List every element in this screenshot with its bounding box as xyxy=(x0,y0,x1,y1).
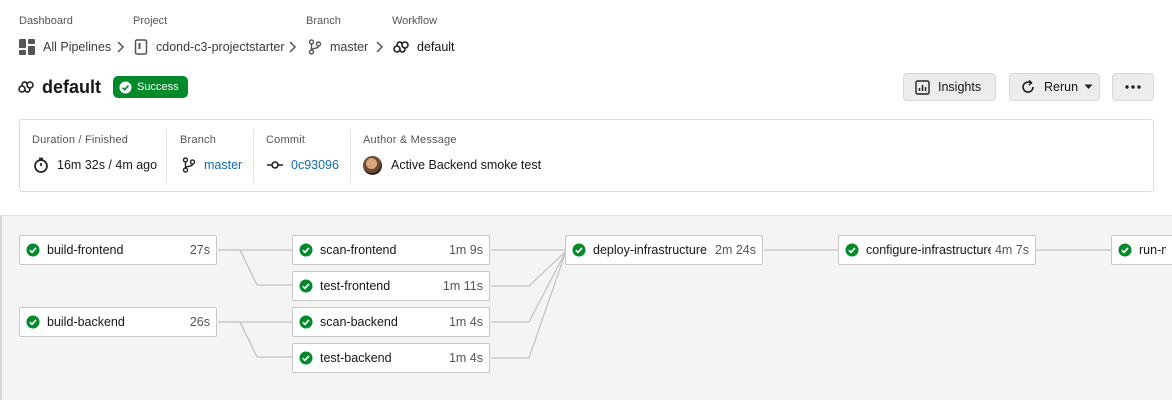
breadcrumb-project[interactable]: cdond-c3-projectstarter xyxy=(134,38,285,56)
workflow-graph: build-frontend 27s build-backend 26s sca… xyxy=(0,215,1172,400)
commit-label: Commit xyxy=(266,134,306,146)
job-name: build-backend xyxy=(47,315,125,329)
success-icon xyxy=(1118,243,1132,257)
branch-icon xyxy=(182,157,196,173)
job-card[interactable]: test-frontend 1m 11s xyxy=(292,271,490,301)
job-duration: 4m 7s xyxy=(994,243,1029,257)
page-header: default Success xyxy=(18,75,188,99)
check-circle-icon xyxy=(119,81,132,93)
breadcrumb-workflow[interactable]: default xyxy=(393,38,455,56)
workflow-icon xyxy=(393,41,409,53)
success-icon xyxy=(572,243,586,257)
author-label: Author & Message xyxy=(363,134,457,146)
breadcrumb-workflow-text: default xyxy=(417,40,455,54)
job-name: test-frontend xyxy=(320,279,391,293)
status-badge: Success xyxy=(113,76,188,98)
job-name: test-backend xyxy=(320,351,392,365)
chevron-right-icon xyxy=(289,41,297,53)
job-card[interactable]: deploy-infrastructure 2m 24s xyxy=(565,235,763,265)
job-card[interactable]: run-migrations xyxy=(1111,235,1172,265)
breadcrumb-project-text: cdond-c3-projectstarter xyxy=(156,40,285,54)
success-icon xyxy=(299,315,313,329)
commit-link[interactable]: 0c93096 xyxy=(291,158,339,172)
duration-value: 16m 32s / 4m ago xyxy=(33,156,157,174)
workflow-summary: Duration / Finished 16m 32s / 4m ago Bra… xyxy=(19,119,1154,192)
dashboard-icon xyxy=(19,39,35,55)
job-card[interactable]: test-backend 1m 4s xyxy=(292,343,490,373)
breadcrumb-workflow-label: Workflow xyxy=(392,15,438,27)
job-name: configure-infrastructure xyxy=(866,243,991,257)
rerun-icon xyxy=(1022,79,1034,93)
job-card[interactable]: build-frontend 27s xyxy=(19,235,217,265)
breadcrumb-all-pipelines[interactable]: All Pipelines xyxy=(19,38,111,56)
job-name: deploy-infrastructure xyxy=(593,243,707,257)
breadcrumb-dashboard-label: Dashboard xyxy=(19,15,73,27)
workflow-icon xyxy=(18,81,34,93)
commit-value[interactable]: 0c93096 xyxy=(267,156,339,174)
commit-icon xyxy=(267,161,283,169)
insights-button[interactable]: Insights xyxy=(903,73,996,101)
insights-button-label: Insights xyxy=(938,80,982,94)
status-badge-text: Success xyxy=(137,81,179,93)
job-duration: 1m 9s xyxy=(448,243,483,257)
more-horizontal-icon xyxy=(1125,85,1141,89)
success-icon xyxy=(299,279,313,293)
job-name: scan-frontend xyxy=(320,243,397,257)
branch-label: Branch xyxy=(180,134,217,146)
duration-text: 16m 32s / 4m ago xyxy=(57,158,158,172)
repo-icon xyxy=(134,39,148,55)
job-duration: 27s xyxy=(189,243,210,257)
job-duration: 1m 11s xyxy=(442,279,483,293)
commit-message: Active Backend smoke test xyxy=(391,158,542,172)
job-card[interactable]: scan-frontend 1m 9s xyxy=(292,235,490,265)
job-duration: 26s xyxy=(189,315,210,329)
stopwatch-icon xyxy=(34,157,48,173)
chevron-right-icon xyxy=(376,41,384,53)
divider xyxy=(166,130,167,182)
job-duration: 1m 4s xyxy=(448,315,483,329)
success-icon xyxy=(845,243,859,257)
rerun-button-label: Rerun xyxy=(1044,80,1079,94)
success-icon xyxy=(299,243,313,257)
success-icon xyxy=(26,315,40,329)
divider xyxy=(253,130,254,182)
success-icon xyxy=(26,243,40,257)
breadcrumb-dashboard-text: All Pipelines xyxy=(43,40,112,54)
page-title: default xyxy=(42,76,102,97)
insights-icon xyxy=(915,79,930,95)
breadcrumb-branch[interactable]: master xyxy=(308,38,368,56)
breadcrumb-branch-text: master xyxy=(330,40,369,54)
job-card[interactable]: scan-backend 1m 4s xyxy=(292,307,490,337)
job-name: scan-backend xyxy=(320,315,398,329)
caret-down-icon xyxy=(1084,84,1093,89)
job-duration: 2m 24s xyxy=(715,243,756,257)
breadcrumb-project-label: Project xyxy=(133,15,168,27)
avatar xyxy=(363,155,382,175)
job-card[interactable]: build-backend 26s xyxy=(19,307,217,337)
more-actions-button[interactable] xyxy=(1112,73,1154,101)
duration-label: Duration / Finished xyxy=(32,134,129,146)
job-name: run-migrations xyxy=(1139,243,1166,257)
rerun-button[interactable]: Rerun xyxy=(1009,73,1100,101)
breadcrumb-branch-label: Branch xyxy=(306,15,341,27)
branch-icon xyxy=(308,39,322,55)
job-card[interactable]: configure-infrastructure 4m 7s xyxy=(838,235,1036,265)
chevron-right-icon xyxy=(117,41,125,53)
author-message: Active Backend smoke test xyxy=(363,155,542,175)
divider xyxy=(350,130,351,182)
branch-value[interactable]: master xyxy=(182,156,242,174)
success-icon xyxy=(299,351,313,365)
job-duration: 1m 4s xyxy=(448,351,483,365)
branch-link[interactable]: master xyxy=(204,158,242,172)
job-name: build-frontend xyxy=(47,243,124,257)
